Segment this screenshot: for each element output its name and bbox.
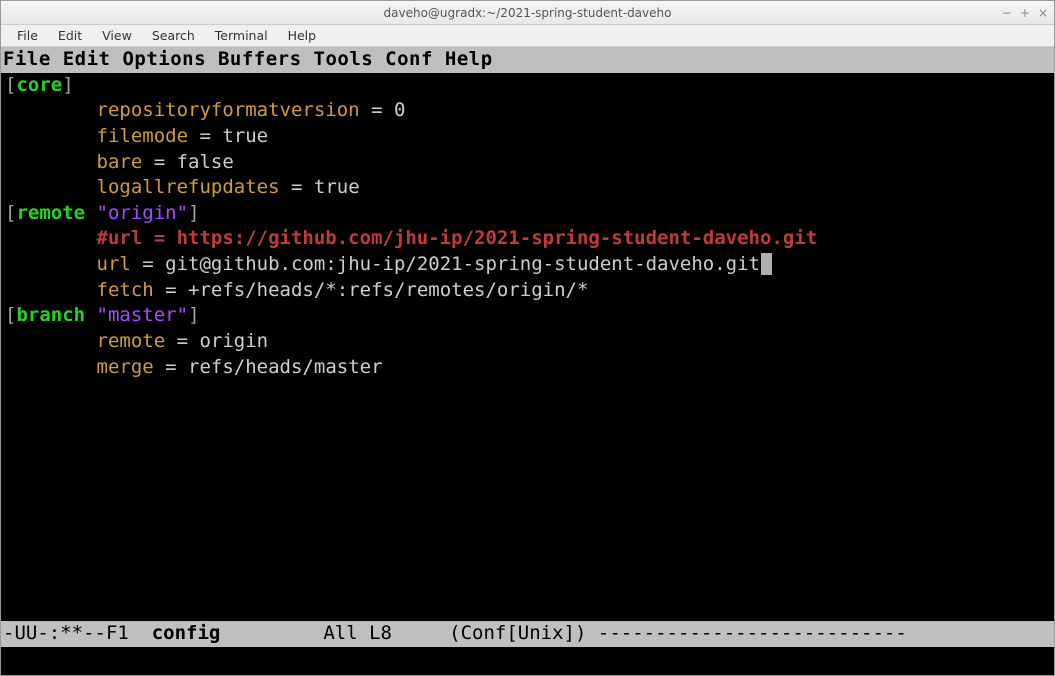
os-menu-search[interactable]: Search — [142, 26, 205, 45]
emacs-menu-help[interactable]: Help — [445, 48, 493, 70]
text-cursor — [761, 253, 772, 275]
minimize-icon[interactable]: − — [1002, 6, 1012, 20]
modeline-mode: (Conf[Unix]) — [449, 622, 586, 644]
window-title: daveho@ugradx:~/2021-spring-student-dave… — [384, 6, 672, 20]
terminal-window: daveho@ugradx:~/2021-spring-student-dave… — [0, 0, 1055, 676]
val: origin — [199, 330, 268, 352]
section-branch: branch — [16, 304, 85, 326]
modeline-position: All L8 — [323, 622, 392, 644]
emacs-menu-file[interactable]: File — [3, 48, 51, 70]
key: repositoryformatversion — [97, 99, 360, 121]
terminal-area: File Edit Options Buffers Tools Conf Hel… — [1, 47, 1054, 675]
subsection: "master" — [97, 304, 189, 326]
emacs-menu-edit[interactable]: Edit — [63, 48, 111, 70]
os-menu-terminal[interactable]: Terminal — [205, 26, 278, 45]
emacs-menu-tools[interactable]: Tools — [314, 48, 374, 70]
os-menu-view[interactable]: View — [92, 26, 142, 45]
val: +refs/heads/*:refs/remotes/origin/* — [188, 279, 588, 301]
key: logallrefupdates — [97, 176, 280, 198]
os-menu-help[interactable]: Help — [278, 26, 327, 45]
subsection: "origin" — [97, 202, 189, 224]
key: url — [97, 253, 131, 275]
section-remote: remote — [16, 202, 85, 224]
modeline-status: -UU-:**-- — [3, 622, 106, 644]
val: refs/heads/master — [188, 356, 382, 378]
modeline-dashes: --------------------------- — [598, 622, 907, 644]
window-controls: − + × — [1002, 6, 1048, 20]
key: filemode — [97, 125, 189, 147]
emacs-menu-options[interactable]: Options — [122, 48, 206, 70]
val: 0 — [394, 99, 405, 121]
emacs-minibuffer[interactable] — [5, 647, 1050, 671]
emacs-modeline: -UU-:**--F1 config All L8 (Conf[Unix]) -… — [1, 621, 1054, 647]
close-icon[interactable]: × — [1038, 6, 1048, 20]
os-menu-file[interactable]: File — [7, 26, 48, 45]
emacs-menu-buffers[interactable]: Buffers — [218, 48, 302, 70]
val: git@github.com:jhu-ip/2021-spring-studen… — [165, 253, 760, 275]
maximize-icon[interactable]: + — [1020, 6, 1030, 20]
key: fetch — [97, 279, 154, 301]
val: false — [177, 151, 234, 173]
emacs-menu-conf[interactable]: Conf — [385, 48, 433, 70]
val: true — [222, 125, 268, 147]
window-titlebar[interactable]: daveho@ugradx:~/2021-spring-student-dave… — [1, 1, 1054, 25]
editor-buffer[interactable]: [core] repositoryformatversion = 0 filem… — [5, 73, 1050, 622]
val: true — [314, 176, 360, 198]
modeline-buffer: config — [152, 622, 221, 644]
section-core: core — [16, 74, 62, 96]
modeline-frame: F1 — [106, 622, 129, 644]
key: merge — [97, 356, 154, 378]
os-menubar: File Edit View Search Terminal Help — [1, 25, 1054, 47]
os-menu-edit[interactable]: Edit — [48, 26, 92, 45]
comment-line: #url = https://github.com/jhu-ip/2021-sp… — [97, 227, 818, 249]
emacs-menubar[interactable]: File Edit Options Buffers Tools Conf Hel… — [1, 47, 1054, 73]
key: remote — [97, 330, 166, 352]
key: bare — [97, 151, 143, 173]
